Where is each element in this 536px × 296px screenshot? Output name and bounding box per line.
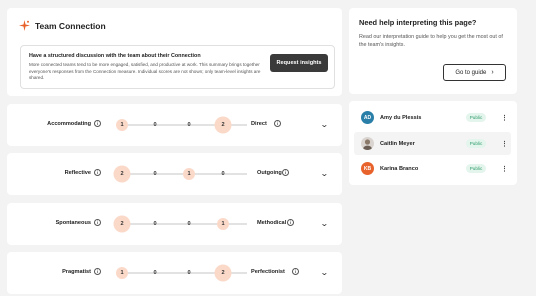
status-badge: Public <box>466 139 486 148</box>
scale-point-value: 0 <box>153 171 157 177</box>
help-body: Read our interpretation guide to help yo… <box>359 34 503 48</box>
info-icon[interactable]: i <box>94 268 101 275</box>
member-row[interactable]: Caitlin Meyer Public ⋮ <box>354 132 511 155</box>
scale-right-label: Outgoing <box>257 170 282 176</box>
chevron-down-icon[interactable]: ⌄ <box>320 268 329 277</box>
help-title: Need help interpreting this page? <box>359 18 477 27</box>
avatar: AD <box>361 111 374 124</box>
info-icon[interactable]: i <box>94 219 101 226</box>
scale-point-value: 1 <box>221 221 225 227</box>
scale-right-label: Direct <box>251 121 267 127</box>
member-name: Amy du Plessis <box>380 114 422 121</box>
avatar <box>361 137 374 150</box>
scale-card: Reflective i Outgoing i ⌄ 2 0 1 0 <box>7 153 342 195</box>
chevron-down-icon[interactable]: ⌄ <box>320 219 329 228</box>
scale-point-value: 1 <box>187 171 191 177</box>
scale-point-value: 2 <box>120 221 124 227</box>
scale-left-label: Reflective <box>64 170 91 176</box>
avatar: KB <box>361 162 374 175</box>
scale-right-label: Methodical <box>257 220 287 226</box>
scale-point-value: 1 <box>120 270 124 276</box>
scale-point-value: 2 <box>120 171 124 177</box>
scale-point-value: 1 <box>120 122 124 128</box>
help-card: Need help interpreting this page? Read o… <box>349 8 517 94</box>
info-icon[interactable]: i <box>274 120 281 127</box>
member-row[interactable]: AD Amy du Plessis Public ⋮ <box>354 106 511 129</box>
member-row[interactable]: KB Karina Branco Public ⋮ <box>354 157 511 180</box>
sparkle-icon <box>19 20 30 31</box>
scale-point-value: 0 <box>153 221 157 227</box>
scale-point-value: 0 <box>221 171 225 177</box>
more-options-icon[interactable]: ⋮ <box>501 140 508 148</box>
chevron-down-icon[interactable]: ⌄ <box>320 169 329 178</box>
chevron-right-icon: › <box>491 69 494 76</box>
more-options-icon[interactable]: ⋮ <box>501 165 508 173</box>
scale-point-value: 0 <box>153 122 157 128</box>
info-icon[interactable]: i <box>292 268 299 275</box>
info-icon[interactable]: i <box>94 120 101 127</box>
members-card: AD Amy du Plessis Public ⋮ Caitlin Meyer… <box>349 101 517 185</box>
callout-body: More connected teams tend to be more eng… <box>29 62 261 81</box>
more-options-icon[interactable]: ⋮ <box>501 114 508 122</box>
scale-point-value: 0 <box>187 270 191 276</box>
callout-title: Have a structured discussion with the te… <box>29 53 201 59</box>
discussion-callout: Have a structured discussion with the te… <box>20 45 335 89</box>
member-name: Karina Branco <box>380 165 419 172</box>
status-badge: Public <box>466 164 486 173</box>
scale-point-value: 2 <box>221 270 225 276</box>
go-to-guide-button[interactable]: Go to guide › <box>443 64 506 81</box>
info-icon[interactable]: i <box>287 219 294 226</box>
team-connection-header: Team Connection <box>19 20 106 31</box>
scale-left-label: Pragmatist <box>62 269 91 275</box>
scale-point-value: 0 <box>153 270 157 276</box>
member-name: Caitlin Meyer <box>380 140 415 147</box>
scale-point-value: 0 <box>187 122 191 128</box>
scale-card: Pragmatist i Perfectionist i ⌄ 1 0 0 2 <box>7 252 342 294</box>
scale-right-label: Perfectionist <box>251 269 285 275</box>
scale-card: Accommodating i Direct i ⌄ 1 0 0 2 <box>7 104 342 146</box>
page-title: Team Connection <box>35 20 106 31</box>
team-connection-card: Team Connection Have a structured discus… <box>7 8 342 96</box>
info-icon[interactable]: i <box>282 169 289 176</box>
request-insights-button[interactable]: Request insights <box>270 54 328 72</box>
scale-card: Spontaneous i Methodical i ⌄ 2 0 0 1 <box>7 203 342 245</box>
scale-left-label: Accommodating <box>47 121 91 127</box>
scale-left-label: Spontaneous <box>55 220 91 226</box>
scale-point-value: 0 <box>187 221 191 227</box>
status-badge: Public <box>466 113 486 122</box>
go-to-guide-label: Go to guide <box>455 69 487 76</box>
chevron-down-icon[interactable]: ⌄ <box>320 120 329 129</box>
info-icon[interactable]: i <box>94 169 101 176</box>
scale-point-value: 2 <box>221 122 225 128</box>
